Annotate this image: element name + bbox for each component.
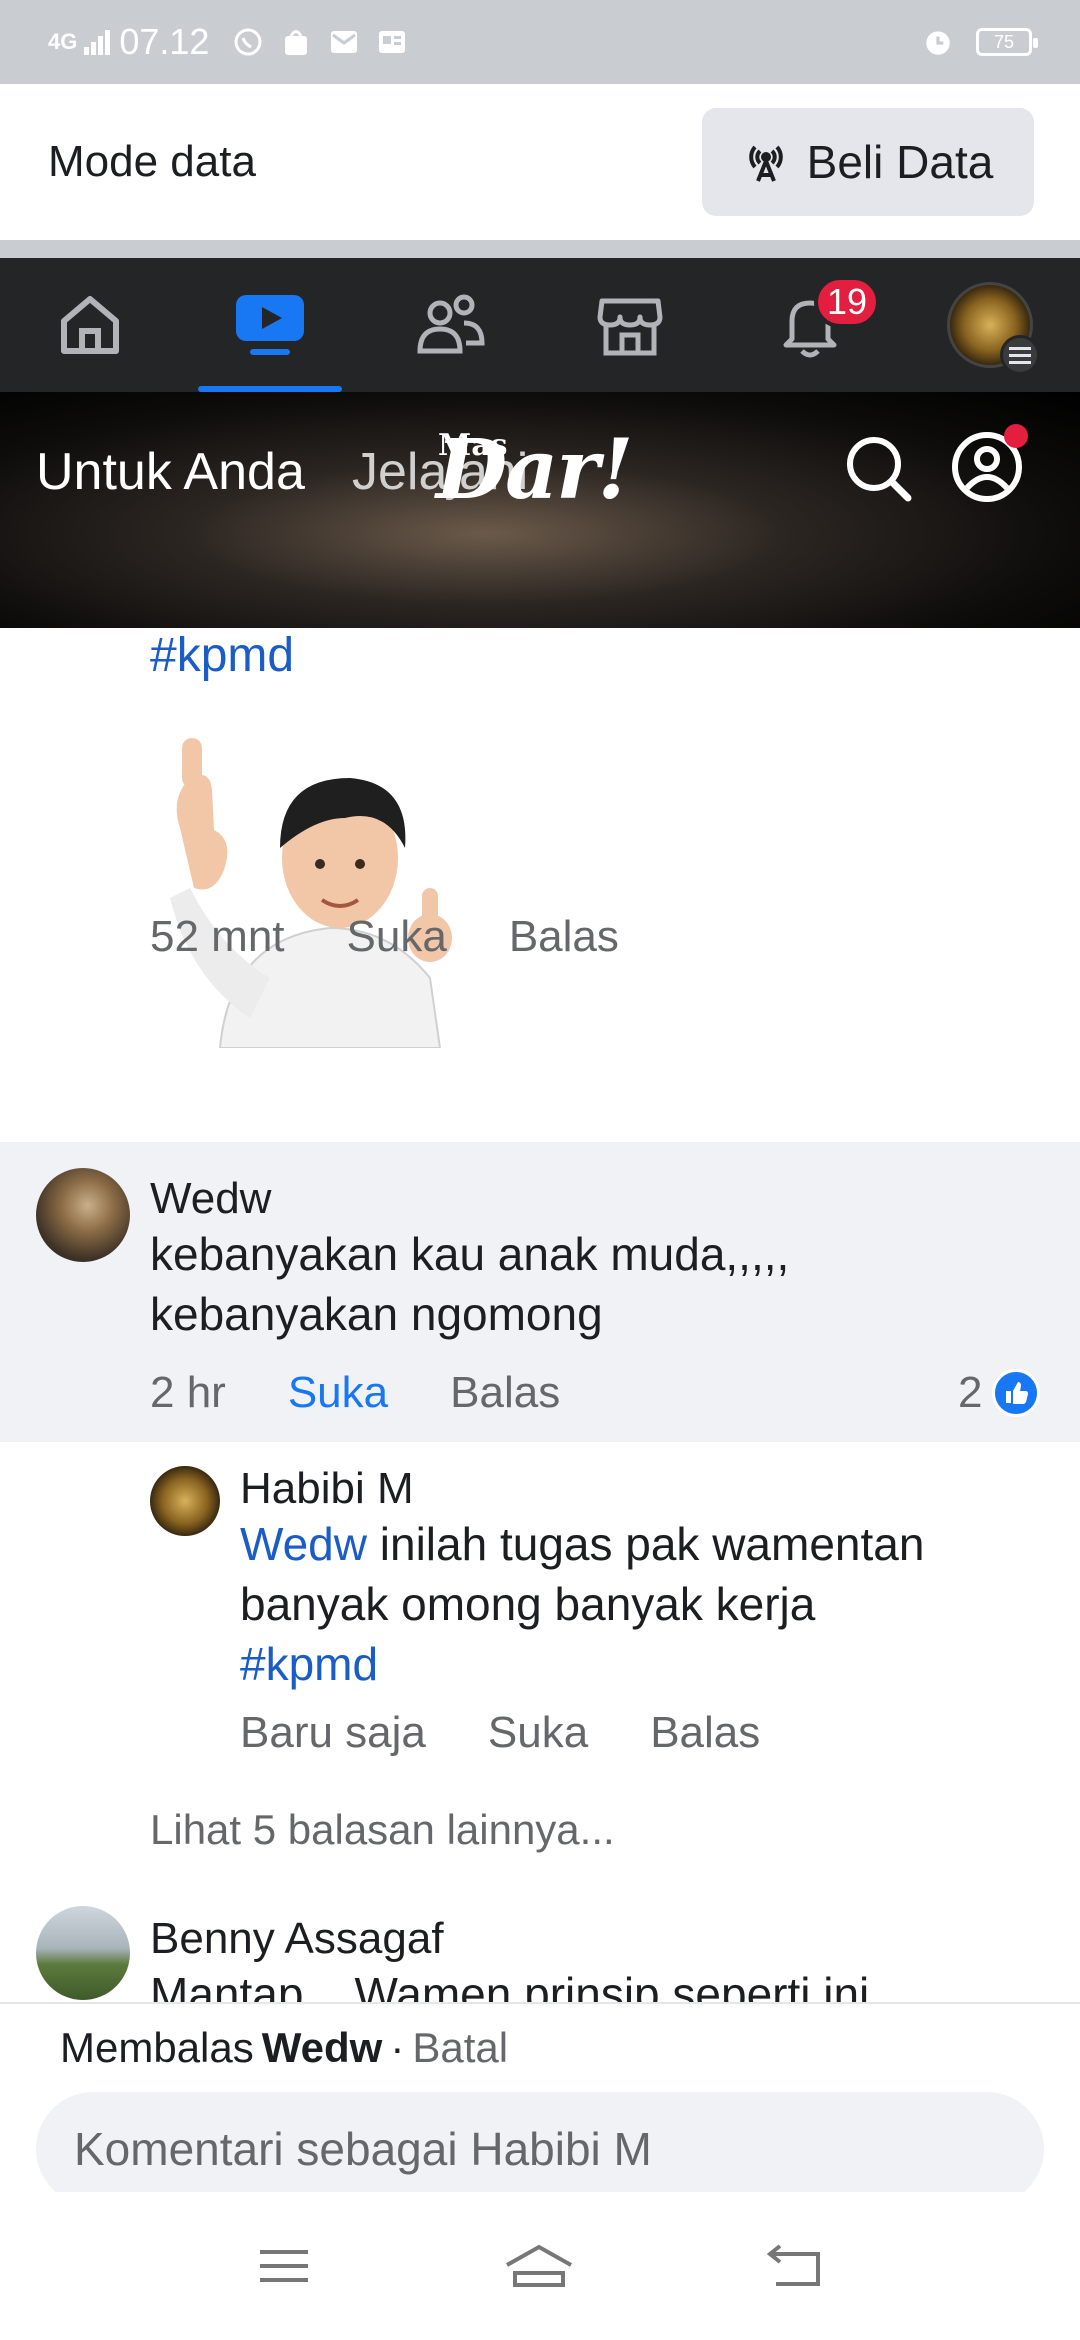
- brand-small: Mas: [438, 428, 508, 463]
- home-button-icon[interactable]: [503, 2243, 575, 2289]
- tab-home[interactable]: [0, 258, 180, 392]
- thumbs-up-sticker: [170, 738, 452, 1048]
- menu-lines-icon: [1000, 335, 1040, 375]
- tab-marketplace[interactable]: [540, 258, 720, 392]
- avatar[interactable]: [150, 1466, 220, 1536]
- reply-composer: Membalas Wedw · Batal: [0, 2002, 1080, 2206]
- comment-line: Wedw inilah tugas pak wamentan: [240, 1514, 924, 1574]
- tab-menu[interactable]: [900, 258, 1080, 392]
- video-icon: [236, 295, 304, 355]
- like-link[interactable]: Suka: [347, 912, 447, 962]
- network-type: 4G: [48, 29, 78, 54]
- thumbs-up-icon: [992, 1369, 1041, 1417]
- divider: [0, 240, 1080, 258]
- comment-text: kebanyakan kau anak muda,,,,, kebanyakan…: [150, 1224, 789, 1344]
- friends-icon: [417, 294, 485, 354]
- recent-apps-icon[interactable]: [256, 2246, 312, 2286]
- search-icon[interactable]: [842, 432, 914, 504]
- comments-list: #kpmd 52 mnt Suka Balas Wedw kebanyakan …: [0, 628, 1080, 2002]
- commenter-name[interactable]: Habibi M: [240, 1464, 414, 1514]
- battery-indicator: 75: [976, 28, 1038, 56]
- view-more-replies[interactable]: Lihat 5 balasan lainnya...: [150, 1806, 615, 1854]
- reply-target: Wedw: [261, 2024, 383, 2071]
- data-mode-label: Mode data: [48, 137, 256, 186]
- comment-text: Wedw inilah tugas pak wamentan banyak om…: [240, 1514, 924, 1694]
- news-icon: [379, 31, 406, 53]
- alarm-icon: [926, 31, 950, 55]
- back-icon[interactable]: [766, 2244, 824, 2288]
- data-mode-bar: Mode data Beli Data: [0, 84, 1080, 240]
- comment-time: Baru saja: [240, 1708, 426, 1757]
- reply-link[interactable]: Balas: [450, 1368, 560, 1418]
- system-navigation: [0, 2192, 1080, 2340]
- signal-icon: [84, 30, 111, 55]
- top-navigation: 19: [0, 258, 1080, 392]
- tab-for-you[interactable]: Untuk Anda: [36, 442, 305, 502]
- comment-actions: 2 hr Suka Balas: [150, 1368, 560, 1418]
- hashtag-link[interactable]: #kpmd: [240, 1634, 924, 1694]
- tab-video[interactable]: [180, 258, 360, 392]
- commenter-name[interactable]: Benny Assagaf: [150, 1914, 444, 1964]
- replying-to: Membalas Wedw · Batal: [60, 2024, 508, 2072]
- reaction-count[interactable]: 2: [958, 1368, 1041, 1418]
- buy-data-button[interactable]: Beli Data: [702, 108, 1034, 216]
- like-link[interactable]: Suka: [488, 1708, 588, 1758]
- like-link[interactable]: Suka: [288, 1368, 388, 1418]
- broadcast-icon: [748, 145, 783, 182]
- status-bar: 4G 07.12 75: [0, 0, 1080, 84]
- comment-time: 52 mnt: [150, 912, 285, 961]
- like-count-number: 2: [958, 1368, 983, 1417]
- clock: 07.12: [119, 21, 210, 62]
- store-icon: [597, 298, 663, 356]
- commenter-name[interactable]: Wedw: [150, 1174, 271, 1224]
- tab-friends[interactable]: [360, 258, 540, 392]
- comment-actions: Baru saja Suka Balas: [240, 1708, 760, 1758]
- avatar[interactable]: [36, 1906, 130, 2000]
- comment-text: Mantap... Wamen prinsip seperti ini: [150, 1968, 870, 2002]
- comment-actions: 52 mnt Suka Balas: [150, 912, 619, 962]
- profile-avatar: [947, 282, 1040, 375]
- comment-input[interactable]: [36, 2092, 1044, 2206]
- whatsapp-icon: [234, 28, 262, 56]
- new-indicator-dot: [1004, 424, 1028, 448]
- brand-watermark: Mas Dar!: [436, 422, 633, 518]
- cancel-reply-button[interactable]: Batal: [412, 2024, 508, 2072]
- mail-icon: [331, 31, 358, 53]
- comment-line: kebanyakan ngomong: [150, 1288, 603, 1340]
- video-header: Untuk Anda Jelajahi Mas Dar!: [0, 392, 1080, 628]
- comment-time: 2 hr: [150, 1368, 226, 1417]
- buy-data-label: Beli Data: [806, 136, 994, 188]
- hashtag-link[interactable]: #kpmd: [150, 628, 294, 683]
- mention-link[interactable]: Wedw: [240, 1518, 367, 1570]
- home-icon: [61, 296, 119, 354]
- notification-badge: 19: [814, 276, 880, 328]
- comment-line-text: inilah tugas pak wamentan: [379, 1518, 925, 1570]
- reply-link[interactable]: Balas: [509, 912, 619, 962]
- battery-level: 75: [993, 31, 1015, 52]
- replying-prefix: Membalas: [60, 2024, 254, 2071]
- reply-link[interactable]: Balas: [650, 1708, 760, 1758]
- separator: ·: [390, 2024, 405, 2071]
- comment-line: banyak omong banyak kerja: [240, 1578, 816, 1630]
- tab-notifications[interactable]: 19: [720, 258, 900, 392]
- comment-line: kebanyakan kau anak muda,,,,,: [150, 1228, 790, 1280]
- avatar[interactable]: [36, 1168, 130, 1262]
- shopping-bag-icon: [285, 30, 308, 55]
